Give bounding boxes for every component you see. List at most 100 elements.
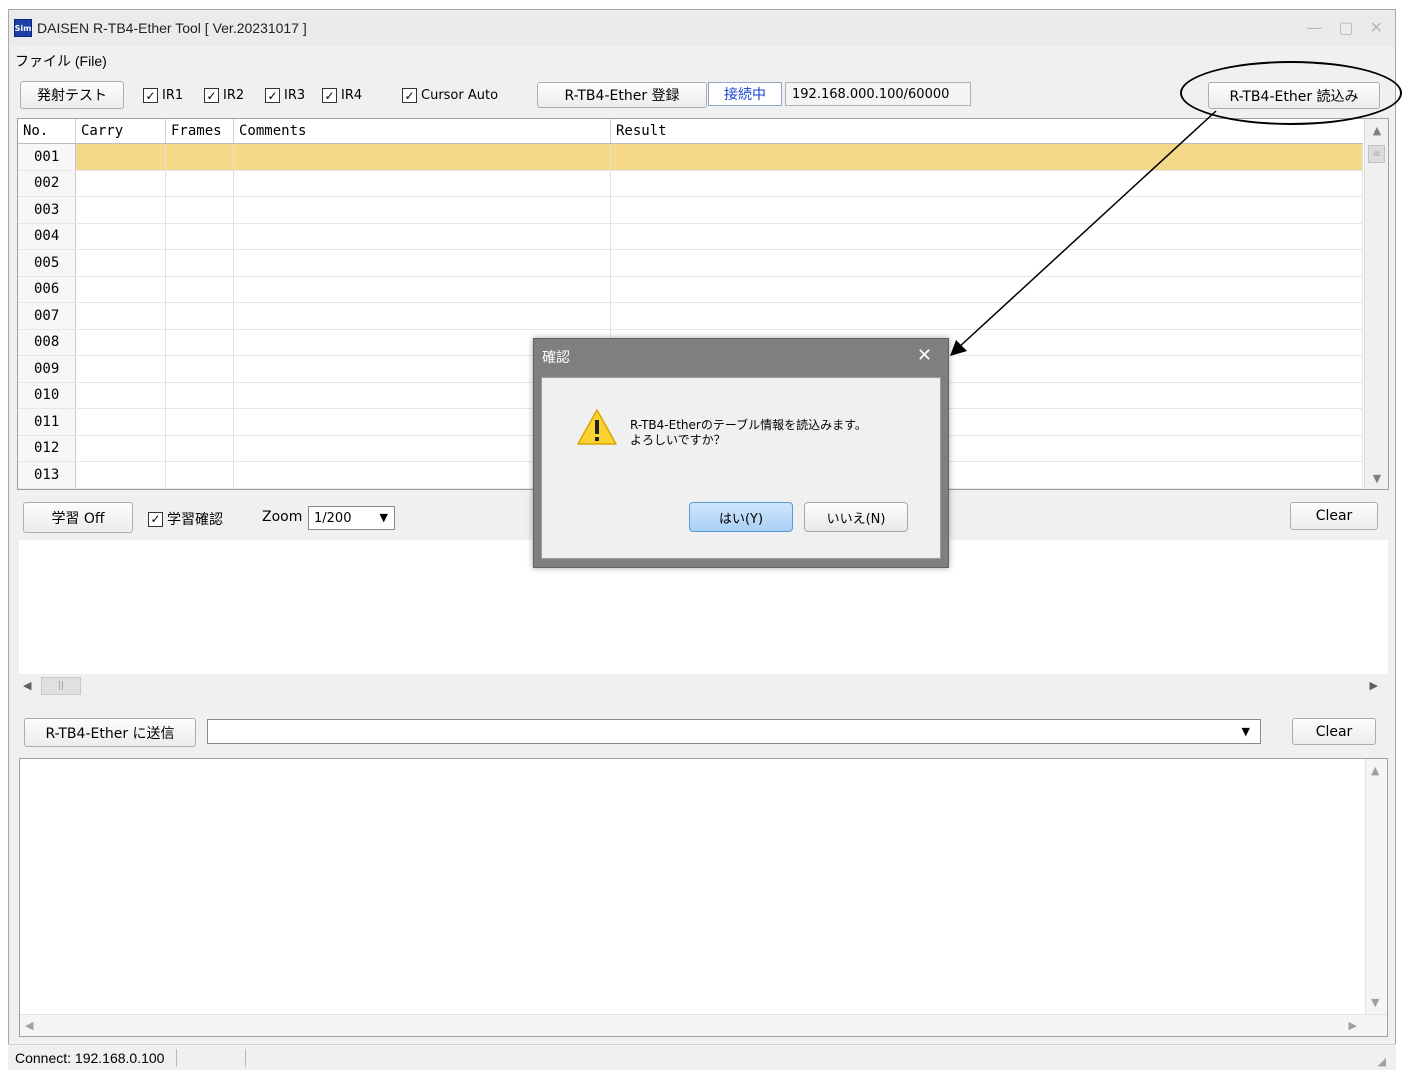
resize-grip-icon[interactable]: ◢ (1378, 1055, 1386, 1068)
frames-cell[interactable] (166, 144, 234, 170)
maximize-icon[interactable]: ▢ (1338, 18, 1353, 37)
cursor-auto-checkbox[interactable]: ✓ Cursor Auto (402, 88, 498, 103)
ir4-label: IR4 (341, 88, 363, 103)
ip-address-field: 192.168.000.100/60000 (785, 82, 971, 106)
table-row[interactable]: 002 (18, 170, 1363, 197)
send-button[interactable]: R-TB4-Ether に送信 (24, 718, 196, 747)
ir1-checkbox[interactable]: ✓ IR1 (143, 88, 183, 103)
result-cell[interactable] (611, 250, 1363, 276)
dialog-close-icon[interactable]: ✕ (917, 345, 932, 366)
send-clear-button[interactable]: Clear (1292, 718, 1376, 745)
carry-cell[interactable] (76, 303, 166, 329)
table-vscrollbar[interactable]: ▲ ≡ ▼ (1364, 119, 1388, 489)
frames-cell[interactable] (166, 250, 234, 276)
comments-cell[interactable] (234, 197, 611, 223)
read-button[interactable]: R-TB4-Ether 読込み (1208, 82, 1380, 109)
close-icon[interactable]: ✕ (1370, 18, 1383, 37)
scroll-up-icon[interactable]: ▲ (1371, 764, 1379, 777)
comments-cell[interactable] (234, 144, 611, 170)
carry-cell[interactable] (76, 170, 166, 196)
fire-test-button[interactable]: 発射テスト (20, 81, 124, 109)
learn-hscrollbar[interactable]: ◀ || ▶ (19, 676, 1388, 698)
window-title: DAISEN R-TB4-Ether Tool [ Ver.20231017 ] (37, 20, 307, 36)
carry-cell[interactable] (76, 382, 166, 408)
check-icon: ✓ (265, 88, 280, 103)
table-row[interactable]: 003 (18, 197, 1363, 224)
comments-cell[interactable] (234, 170, 611, 196)
frames-cell[interactable] (166, 223, 234, 249)
result-cell[interactable] (611, 144, 1363, 170)
table-row[interactable]: 005 (18, 250, 1363, 277)
menu-file[interactable]: ファイル (File) (15, 51, 107, 71)
scroll-up-icon[interactable]: ▲ (1365, 119, 1388, 141)
result-cell[interactable] (611, 170, 1363, 196)
carry-cell[interactable] (76, 356, 166, 382)
frames-cell[interactable] (166, 276, 234, 302)
frames-cell[interactable] (166, 462, 234, 488)
table-row[interactable]: 001 (18, 144, 1363, 171)
no-button[interactable]: いいえ(N) (804, 502, 908, 532)
frames-cell[interactable] (166, 356, 234, 382)
comments-cell[interactable] (234, 223, 611, 249)
carry-cell[interactable] (76, 223, 166, 249)
scroll-right-icon[interactable]: ▶ (1349, 1019, 1357, 1032)
ir2-checkbox[interactable]: ✓ IR2 (204, 88, 244, 103)
carry-cell[interactable] (76, 276, 166, 302)
learn-confirm-checkbox[interactable]: ✓ 学習確認 (148, 509, 223, 529)
learn-off-button[interactable]: 学習 Off (23, 502, 133, 533)
scroll-left-icon[interactable]: ◀ (23, 679, 31, 692)
frames-cell[interactable] (166, 329, 234, 355)
carry-cell[interactable] (76, 329, 166, 355)
comments-cell[interactable] (234, 250, 611, 276)
log-hscrollbar[interactable]: ◀ ▶ (20, 1014, 1387, 1036)
row-number: 011 (18, 409, 76, 435)
confirm-dialog: 確認 ✕ R-TB4-Etherのテーブル情報を読込みます。 よろしいですか？ … (533, 338, 949, 568)
result-cell[interactable] (611, 223, 1363, 249)
title-bar[interactable]: Sim DAISEN R-TB4-Ether Tool [ Ver.202310… (9, 10, 1395, 46)
scroll-thumb[interactable]: ≡ (1368, 145, 1385, 163)
table-row[interactable]: 006 (18, 276, 1363, 303)
frames-cell[interactable] (166, 382, 234, 408)
ir4-checkbox[interactable]: ✓ IR4 (322, 88, 362, 103)
send-command-combo[interactable]: ▼ (207, 719, 1261, 744)
scroll-down-icon[interactable]: ▼ (1371, 996, 1379, 1009)
yes-button[interactable]: はい(Y) (689, 502, 793, 532)
minimize-icon[interactable]: — (1306, 18, 1322, 37)
carry-cell[interactable] (76, 462, 166, 488)
col-carry: Carry (76, 119, 166, 143)
comments-cell[interactable] (234, 303, 611, 329)
comments-cell[interactable] (234, 276, 611, 302)
table-row[interactable]: 007 (18, 303, 1363, 330)
carry-cell[interactable] (76, 435, 166, 461)
connection-status: 接続中 (708, 82, 782, 106)
result-cell[interactable] (611, 276, 1363, 302)
carry-cell[interactable] (76, 409, 166, 435)
check-icon: ✓ (402, 88, 417, 103)
result-cell[interactable] (611, 197, 1363, 223)
log-area[interactable]: ▲ ▼ ◀ ▶ (19, 758, 1388, 1037)
log-vscrollbar[interactable]: ▲ ▼ (1365, 759, 1387, 1014)
frames-cell[interactable] (166, 435, 234, 461)
row-number: 010 (18, 382, 76, 408)
ir3-checkbox[interactable]: ✓ IR3 (265, 88, 305, 103)
result-cell[interactable] (611, 303, 1363, 329)
frames-cell[interactable] (166, 409, 234, 435)
zoom-select[interactable]: 1/200 ▼ (308, 506, 395, 530)
carry-cell[interactable] (76, 144, 166, 170)
check-icon: ✓ (143, 88, 158, 103)
chevron-down-icon: ▼ (1241, 725, 1250, 738)
carry-cell[interactable] (76, 250, 166, 276)
hscroll-thumb[interactable]: || (41, 677, 81, 695)
carry-cell[interactable] (76, 197, 166, 223)
dialog-title: 確認 (542, 350, 570, 366)
table-row[interactable]: 004 (18, 223, 1363, 250)
register-button[interactable]: R-TB4-Ether 登録 (537, 82, 707, 108)
scroll-left-icon[interactable]: ◀ (25, 1019, 33, 1032)
scroll-right-icon[interactable]: ▶ (1370, 679, 1378, 692)
frames-cell[interactable] (166, 197, 234, 223)
learn-clear-button[interactable]: Clear (1290, 502, 1378, 530)
frames-cell[interactable] (166, 170, 234, 196)
frames-cell[interactable] (166, 303, 234, 329)
row-number: 006 (18, 276, 76, 302)
scroll-down-icon[interactable]: ▼ (1365, 467, 1388, 489)
